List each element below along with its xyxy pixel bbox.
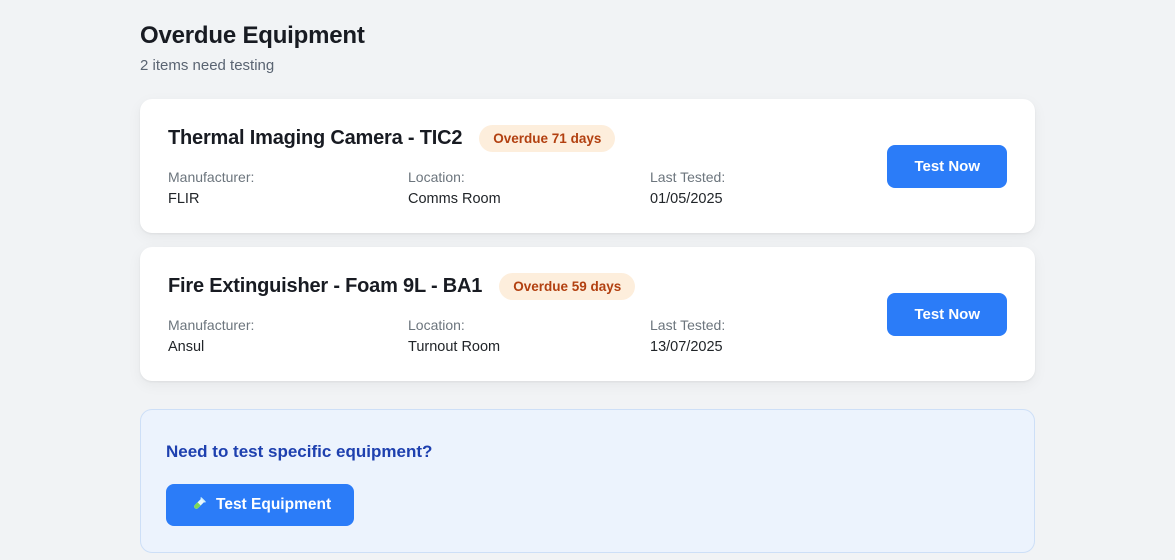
- location-value: Turnout Room: [408, 339, 501, 355]
- manufacturer-field: Manufacturer: Ansul: [168, 317, 408, 355]
- last-tested-field: Last Tested: 13/07/2025: [650, 317, 863, 355]
- equipment-card-content: Fire Extinguisher - Foam 9L - BA1 Overdu…: [168, 273, 863, 355]
- page-title: Overdue Equipment: [140, 22, 365, 49]
- equipment-card: Fire Extinguisher - Foam 9L - BA1 Overdu…: [140, 247, 1035, 381]
- test-now-button[interactable]: Test Now: [887, 292, 1007, 336]
- test-equipment-button[interactable]: Test Equipment: [166, 484, 355, 526]
- equipment-name: Thermal Imaging Camera - TIC2: [168, 127, 463, 149]
- manufacturer-value: FLIR: [168, 191, 200, 207]
- test-now-button[interactable]: Test Now: [887, 144, 1007, 188]
- last-tested-label: Last Tested:: [650, 317, 726, 333]
- equipment-card-content: Thermal Imaging Camera - TIC2 Overdue 71…: [168, 125, 863, 207]
- equipment-fields: Manufacturer: Ansul Location: Turnout Ro…: [168, 317, 863, 355]
- equipment-title-row: Fire Extinguisher - Foam 9L - BA1 Overdu…: [168, 273, 863, 300]
- equipment-fields: Manufacturer: FLIR Location: Comms Room …: [168, 169, 863, 207]
- location-label: Location:: [408, 317, 465, 333]
- page-subtitle: 2 items need testing: [140, 57, 275, 74]
- panel-heading: Need to test specific equipment?: [166, 442, 433, 461]
- manufacturer-label: Manufacturer:: [168, 317, 255, 333]
- equipment-name: Fire Extinguisher - Foam 9L - BA1: [168, 275, 483, 297]
- manufacturer-value: Ansul: [168, 339, 205, 355]
- last-tested-value: 13/07/2025: [650, 339, 723, 355]
- last-tested-field: Last Tested: 01/05/2025: [650, 169, 863, 207]
- equipment-card: Thermal Imaging Camera - TIC2 Overdue 71…: [140, 99, 1035, 233]
- test-equipment-button-label: Test Equipment: [216, 496, 332, 513]
- equipment-title-row: Thermal Imaging Camera - TIC2 Overdue 71…: [168, 125, 863, 152]
- location-field: Location: Comms Room: [408, 169, 650, 207]
- location-field: Location: Turnout Room: [408, 317, 650, 355]
- overdue-badge: Overdue 71 days: [479, 125, 616, 152]
- last-tested-value: 01/05/2025: [650, 191, 723, 207]
- last-tested-label: Last Tested:: [650, 169, 726, 185]
- overdue-equipment-page: Overdue Equipment 2 items need testing T…: [140, 22, 1035, 553]
- overdue-badge: Overdue 59 days: [499, 273, 636, 300]
- test-tube-icon: [189, 496, 207, 514]
- test-specific-panel: Need to test specific equipment? Test Eq…: [140, 409, 1035, 553]
- location-label: Location:: [408, 169, 465, 185]
- manufacturer-label: Manufacturer:: [168, 169, 255, 185]
- manufacturer-field: Manufacturer: FLIR: [168, 169, 408, 207]
- location-value: Comms Room: [408, 191, 501, 207]
